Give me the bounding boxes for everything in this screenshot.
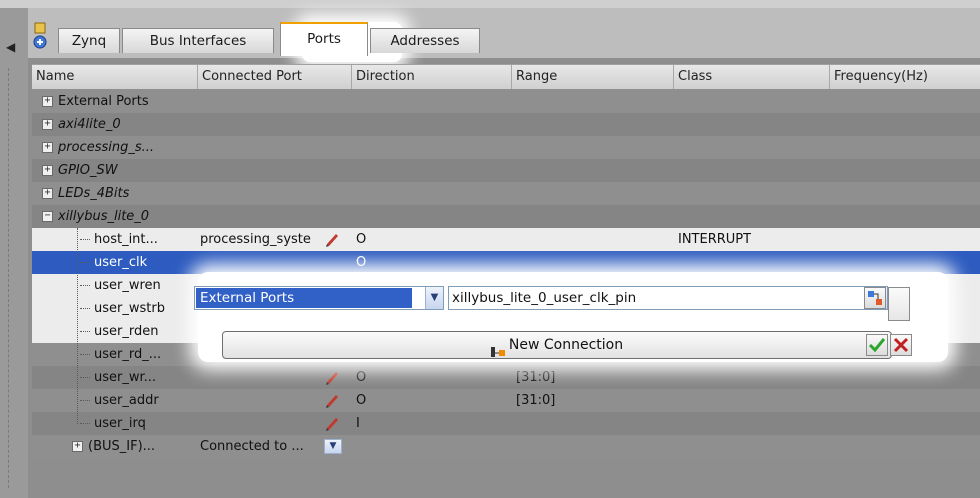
left-panel: ◀ [0, 8, 28, 498]
range: [31:0] [516, 370, 556, 385]
expand-icon[interactable]: + [42, 96, 53, 107]
port-name: user_wstrb [94, 301, 165, 316]
source-port-value: External Ports [196, 288, 412, 308]
ports-editor: Zynq Bus Interfaces Ports Addresses Name… [28, 8, 980, 498]
collapse-icon[interactable]: − [42, 211, 53, 222]
tree-row-group[interactable]: + axi4lite_0 [32, 113, 980, 136]
target-port-value: xillybus_lite_0_user_clk_pin [452, 290, 637, 306]
class: INTERRUPT [678, 232, 752, 247]
chevron-down-icon[interactable]: ▼ [324, 439, 342, 454]
col-direction[interactable]: Direction [352, 65, 512, 89]
port-name: user_addr [94, 393, 159, 408]
tree-row-group[interactable]: − xillybus_lite_0 [32, 205, 980, 228]
scroll-stub[interactable] [888, 287, 910, 321]
tab-bar: Zynq Bus Interfaces Ports Addresses [28, 8, 980, 62]
port-name: user_irq [94, 416, 146, 431]
column-header: Name Connected Port Direction Range Clas… [32, 64, 980, 90]
connected-port[interactable]: processing_syste [200, 228, 322, 251]
tree-connector [80, 400, 90, 401]
connection-editor-icon[interactable] [864, 287, 886, 309]
expand-icon[interactable]: + [72, 441, 83, 452]
pencil-icon[interactable] [324, 415, 340, 431]
add-component-icon[interactable] [32, 22, 48, 50]
group-label: External Ports [58, 94, 149, 109]
new-connection-label: New Connection [508, 337, 624, 353]
port-name: host_int... [94, 232, 158, 247]
direction: O [356, 232, 367, 247]
port-name: user_rd_... [94, 347, 162, 362]
direction: O [356, 255, 367, 270]
tab-bus-interfaces[interactable]: Bus Interfaces [122, 28, 274, 53]
direction: O [356, 370, 367, 385]
col-frequency[interactable]: Frequency(Hz) [830, 65, 980, 89]
pencil-icon[interactable] [324, 231, 340, 247]
tree-connector [80, 331, 90, 332]
group-label: axi4lite_0 [58, 117, 121, 132]
table-row[interactable]: user_addr O [31:0] [32, 389, 980, 412]
source-port-combo[interactable]: External Ports ▼ [194, 286, 444, 310]
port-name: user_wr... [94, 370, 157, 385]
direction: O [356, 393, 367, 408]
col-range[interactable]: Range [512, 65, 674, 89]
table-row[interactable]: + (BUS_IF)... Connected to ... ▼ [32, 435, 980, 458]
expand-icon[interactable]: + [42, 142, 53, 153]
expand-icon[interactable]: + [42, 188, 53, 199]
tree-row-group[interactable]: + LEDs_4Bits [32, 182, 980, 205]
tree-connector [80, 423, 90, 424]
new-connection-icon [490, 340, 505, 357]
tree-connector [80, 354, 90, 355]
table-row[interactable]: host_int... processing_syste O INTERRUPT [32, 228, 980, 251]
window-top-band [0, 0, 980, 8]
chevron-down-icon[interactable]: ▼ [425, 287, 443, 309]
table-row[interactable]: user_irq I [32, 412, 980, 435]
tree-connector [80, 285, 90, 286]
direction: I [356, 416, 360, 431]
expand-icon[interactable]: + [42, 165, 53, 176]
group-label: LEDs_4Bits [58, 186, 130, 201]
tab-zynq[interactable]: Zynq [58, 28, 120, 53]
port-name: user_rden [94, 324, 159, 339]
connected-port[interactable]: Connected to ... [200, 435, 324, 458]
table-row-selected[interactable]: user_clk O [32, 251, 980, 274]
target-port-combo[interactable]: xillybus_lite_0_user_clk_pin ▼ [448, 286, 888, 310]
port-name: user_wren [94, 278, 161, 293]
group-label: processing_s... [58, 140, 155, 155]
pencil-icon[interactable] [324, 369, 340, 385]
new-connection-button[interactable]: New Connection [222, 331, 892, 359]
group-label: GPIO_SW [58, 163, 118, 178]
expand-icon[interactable]: + [42, 119, 53, 130]
col-connected-port[interactable]: Connected Port [198, 65, 352, 89]
port-name: (BUS_IF)... [88, 439, 156, 454]
port-name: user_clk [94, 255, 148, 270]
table-row[interactable]: user_wr... O [31:0] [32, 366, 980, 389]
tree-connector [80, 308, 90, 309]
tree-connector [80, 262, 90, 263]
tab-ports[interactable]: Ports [280, 22, 368, 56]
tree-row-group[interactable]: + processing_s... [32, 136, 980, 159]
tree-row-group[interactable]: + External Ports [32, 90, 980, 113]
tab-addresses[interactable]: Addresses [370, 28, 480, 53]
range: [31:0] [516, 393, 556, 408]
panel-divider [8, 68, 9, 488]
group-label: xillybus_lite_0 [58, 209, 150, 224]
chevron-left-icon[interactable]: ◀ [6, 40, 15, 54]
col-class[interactable]: Class [674, 65, 830, 89]
tree-guide [77, 228, 78, 424]
col-name[interactable]: Name [32, 65, 198, 89]
checkmark-icon[interactable] [866, 334, 888, 356]
tree-connector [80, 377, 90, 378]
tree-row-group[interactable]: + GPIO_SW [32, 159, 980, 182]
pencil-icon[interactable] [324, 392, 340, 408]
tree-connector [80, 239, 90, 240]
x-mark-icon[interactable] [890, 334, 912, 356]
